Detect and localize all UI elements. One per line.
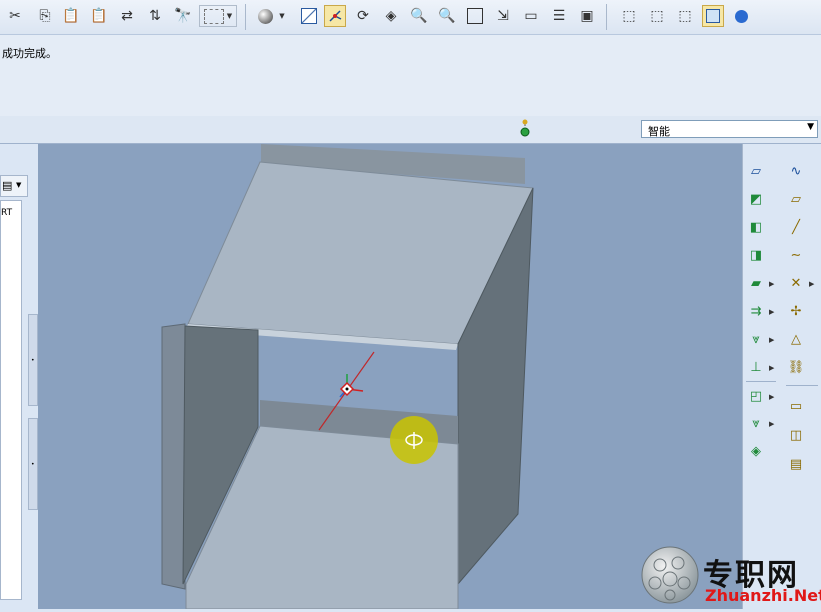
no-hidden-icon[interactable]: ⬚ [674, 5, 696, 27]
csys-link-icon[interactable]: ⛓ [786, 357, 806, 377]
message-area [0, 35, 821, 117]
model-tree-item[interactable]: RT [1, 208, 12, 218]
left-flange [161, 323, 186, 590]
watermark-logo [641, 546, 699, 604]
sheetmetal-model[interactable] [38, 144, 742, 610]
sketch-curve-icon[interactable]: ∿ [786, 161, 806, 181]
toolbar-separator [786, 385, 818, 386]
regen-manager-icon[interactable]: ⇅ [144, 5, 166, 27]
selection-filter-value: 智能 [648, 125, 670, 138]
saved-views-icon[interactable]: ▭ [520, 5, 542, 27]
chevron-right-icon[interactable]: ▶ [769, 280, 774, 288]
sheetmetal-convert-icon[interactable]: ◈ [746, 441, 766, 461]
chevron-right-icon[interactable]: ▶ [769, 420, 774, 428]
flat-pattern-icon[interactable]: ▭ [786, 396, 806, 416]
form-icon[interactable]: ⊥ [746, 357, 766, 377]
edge-rip-icon[interactable]: ◰ [746, 386, 766, 406]
zoom-out-icon[interactable]: 🔍 [436, 5, 458, 27]
zoom-in-icon[interactable]: 🔍 [408, 5, 430, 27]
flange-icon[interactable]: ◧ [746, 217, 766, 237]
toolbar-separator [746, 381, 776, 382]
layers-icon[interactable]: ☰ [548, 5, 570, 27]
selection-filter-select[interactable]: 智能 ▼ [641, 120, 818, 138]
extrude-icon[interactable]: ▰ [746, 273, 766, 293]
model-display-icon[interactable] [730, 5, 752, 27]
select-box-icon[interactable]: ▼ [199, 5, 237, 27]
status-message: 成功完成。 [2, 47, 57, 60]
refit-icon[interactable] [464, 5, 486, 27]
spin-center-icon[interactable]: ⟳ [352, 5, 374, 27]
twist-icon[interactable]: ◨ [746, 245, 766, 265]
toolbar-separator [606, 4, 607, 30]
wall-icon[interactable]: ◩ [746, 189, 766, 209]
hidden-line-icon[interactable]: ⬚ [646, 5, 668, 27]
orient-mode-icon[interactable]: ◈ [380, 5, 402, 27]
view-manager-icon[interactable] [324, 5, 346, 27]
copy-icon[interactable]: ⎘ [34, 5, 56, 27]
shading-icon[interactable] [254, 5, 276, 27]
offset-icon[interactable]: ◫ [786, 425, 806, 445]
toolbar-separator [245, 4, 246, 30]
chevron-right-icon[interactable]: ▶ [769, 393, 774, 401]
paste-special-icon[interactable]: 📋 [88, 5, 110, 27]
cut-icon[interactable]: ✂ [4, 5, 26, 27]
point-icon[interactable]: ✕ [786, 273, 806, 293]
tree-settings-icon[interactable]: ▤ [2, 179, 12, 192]
graphics-viewport[interactable] [38, 144, 742, 610]
chevron-down-icon[interactable]: ▼ [807, 122, 814, 132]
chevron-right-icon[interactable]: ▶ [769, 308, 774, 316]
model-tree-header[interactable]: ▤ ▼ [0, 175, 28, 197]
flat-wall-icon[interactable]: ▱ [786, 189, 806, 209]
curve-icon[interactable]: ∼ [786, 245, 806, 265]
datum-axis-icon[interactable]: ╱ [786, 217, 806, 237]
reorient-icon[interactable]: ⇲ [492, 5, 514, 27]
analysis-icon[interactable]: △ [786, 329, 806, 349]
panel-splitter-handle[interactable]: • [28, 418, 38, 510]
coordinate-system-icon[interactable]: ✢ [786, 301, 806, 321]
chevron-right-icon[interactable]: ▶ [769, 336, 774, 344]
chevron-right-icon[interactable]: ▶ [809, 280, 814, 288]
plane-icon[interactable]: ▱ [746, 161, 766, 181]
repaint-icon[interactable] [298, 5, 320, 27]
shading-dropdown-icon[interactable]: ▼ [276, 5, 288, 27]
panel-splitter-handle[interactable]: • [28, 314, 38, 406]
watermark-english: Zhuanzhi.Net [705, 586, 821, 605]
shaded-icon[interactable] [702, 5, 724, 27]
cursor-highlight [390, 416, 438, 464]
unbend-icon[interactable]: ⇉ [746, 301, 766, 321]
find-icon[interactable]: 🔭 [172, 5, 194, 27]
bend-back-icon[interactable]: ⩔ [746, 329, 766, 349]
model-tree[interactable] [0, 200, 22, 600]
regeneration-status-icon [520, 119, 530, 137]
wireframe-icon[interactable]: ⬚ [618, 5, 640, 27]
main-toolbar: ✂ ⎘ 📋 📋 ⇄ ⇅ 🔭 ▼ ▼ ⟳ ◈ 🔍 🔍 ⇲ ▭ ☰ ▣ ⬚ ⬚ ⬚ [0, 0, 821, 35]
spin-center-icon[interactable] [339, 374, 364, 398]
display-style-icon[interactable]: ▣ [576, 5, 598, 27]
paste-icon[interactable]: 📋 [60, 5, 82, 27]
chevron-right-icon[interactable]: ▶ [769, 364, 774, 372]
corner-relief-icon[interactable]: ⩔ [746, 413, 766, 433]
group-copy-icon[interactable]: ▤ [786, 454, 806, 474]
chevron-down-icon[interactable]: ▼ [16, 181, 21, 189]
regenerate-icon[interactable]: ⇄ [116, 5, 138, 27]
